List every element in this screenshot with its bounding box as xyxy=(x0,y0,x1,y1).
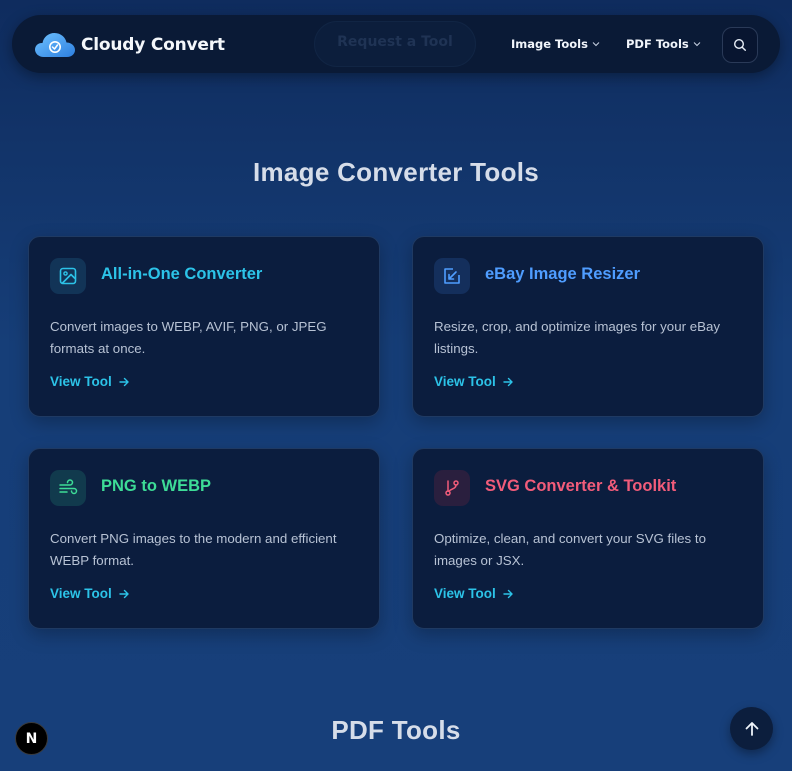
card-icon-wrap xyxy=(434,258,470,294)
nav-pdf-tools-label: PDF Tools xyxy=(626,37,689,51)
view-tool-link[interactable]: View Tool xyxy=(50,374,130,389)
view-tool-label: View Tool xyxy=(50,586,112,601)
tool-card-ebay-resizer[interactable]: eBay Image Resizer Resize, crop, and opt… xyxy=(412,236,764,417)
view-tool-label: View Tool xyxy=(50,374,112,389)
card-title: All-in-One Converter xyxy=(101,265,263,283)
tool-card-all-in-one[interactable]: All-in-One Converter Convert images to W… xyxy=(28,236,380,417)
arrow-up-icon xyxy=(745,721,758,736)
request-tool-button[interactable]: Request a Tool xyxy=(314,21,476,67)
tool-card-svg-toolkit[interactable]: SVG Converter & Toolkit Optimize, clean,… xyxy=(412,448,764,629)
card-description: Optimize, clean, and convert your SVG fi… xyxy=(434,531,706,568)
view-tool-link[interactable]: View Tool xyxy=(434,374,514,389)
card-icon-wrap xyxy=(50,258,86,294)
arrow-right-icon xyxy=(119,589,129,598)
chevron-down-icon xyxy=(592,42,600,47)
resize-arrow-icon xyxy=(444,268,460,284)
card-description: Convert images to WEBP, AVIF, PNG, or JP… xyxy=(50,319,327,356)
brand-logo[interactable]: Cloudy Convert xyxy=(34,31,225,59)
wind-icon xyxy=(59,479,78,495)
dev-badge[interactable]: N xyxy=(15,722,48,755)
card-description: Convert PNG images to the modern and eff… xyxy=(50,531,337,568)
view-tool-link[interactable]: View Tool xyxy=(50,586,130,601)
search-button[interactable] xyxy=(722,27,758,63)
card-description: Resize, crop, and optimize images for yo… xyxy=(434,319,721,356)
cloud-logo-icon xyxy=(35,33,75,57)
view-tool-label: View Tool xyxy=(434,374,496,389)
card-title: PNG to WEBP xyxy=(101,477,211,495)
card-icon-wrap xyxy=(434,470,470,506)
section-title-pdf-tools: PDF Tools xyxy=(331,715,461,745)
card-icon-wrap xyxy=(50,470,86,506)
chevron-down-icon xyxy=(693,42,701,47)
card-title: eBay Image Resizer xyxy=(485,265,641,283)
image-icon xyxy=(59,267,77,285)
section-title-image-tools: Image Converter Tools xyxy=(252,157,540,187)
tool-card-png-to-webp[interactable]: PNG to WEBP Convert PNG images to the mo… xyxy=(28,448,380,629)
scroll-to-top-button[interactable] xyxy=(730,707,773,750)
card-title: SVG Converter & Toolkit xyxy=(485,477,677,495)
top-navbar: Cloudy Convert Request a Tool Image Tool… xyxy=(12,15,780,73)
nav-pdf-tools[interactable]: PDF Tools xyxy=(626,37,701,51)
arrow-right-icon xyxy=(503,589,513,598)
arrow-right-icon xyxy=(119,377,129,386)
search-icon xyxy=(733,38,746,51)
nav-image-tools-label: Image Tools xyxy=(511,37,588,51)
nav-image-tools[interactable]: Image Tools xyxy=(511,37,600,51)
view-tool-link[interactable]: View Tool xyxy=(434,586,514,601)
view-tool-label: View Tool xyxy=(434,586,496,601)
arrow-right-icon xyxy=(503,377,513,386)
brand-name: Cloudy Convert xyxy=(81,35,225,55)
git-branch-icon xyxy=(445,480,459,496)
